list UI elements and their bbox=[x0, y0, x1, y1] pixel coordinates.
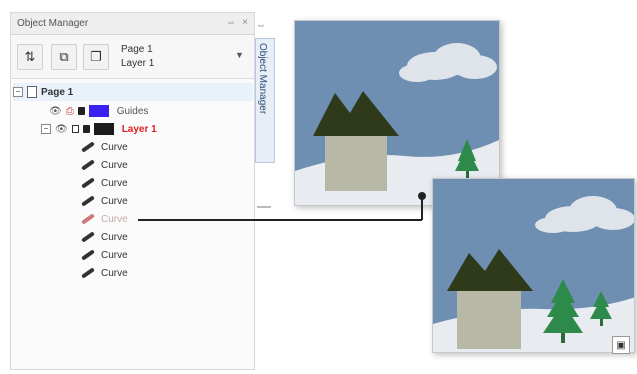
tree-row-page[interactable]: − Page 1 bbox=[13, 83, 253, 101]
curve-label: Curve bbox=[101, 141, 128, 153]
printer-icon[interactable] bbox=[71, 125, 79, 133]
curve-icon bbox=[81, 213, 95, 225]
tab-strip-pin-icon[interactable]: ⇔ bbox=[256, 20, 266, 31]
page-label: Page 1 bbox=[41, 86, 74, 98]
page-layer-selector[interactable]: Page 1 Layer 1 bbox=[121, 43, 154, 71]
tab-strip-divider bbox=[257, 206, 271, 208]
curve-label: Curve bbox=[101, 159, 128, 171]
chevron-down-icon[interactable]: ▼ bbox=[235, 50, 244, 60]
curve-icon bbox=[81, 231, 95, 243]
guides-color-swatch bbox=[88, 105, 109, 117]
pin-icon[interactable]: ⇔ bbox=[226, 17, 236, 28]
collapse-toggle[interactable]: − bbox=[41, 124, 51, 134]
tree-row-curve[interactable]: Curve bbox=[81, 138, 128, 156]
layer-label: Layer 1 bbox=[121, 123, 157, 135]
curve-icon bbox=[81, 177, 95, 189]
tree-row-curve[interactable]: Curve bbox=[81, 156, 128, 174]
curve-icon bbox=[81, 249, 95, 261]
collapse-toggle[interactable]: − bbox=[13, 87, 23, 97]
lock-icon[interactable] bbox=[82, 125, 90, 133]
house bbox=[457, 291, 521, 349]
curve-label: Curve bbox=[101, 213, 128, 225]
house bbox=[325, 133, 387, 191]
callout-dot bbox=[418, 192, 426, 200]
layer-properties-button[interactable]: ⇅ bbox=[17, 44, 43, 70]
docker-title: Object Manager bbox=[17, 18, 89, 29]
tree-row-curve[interactable]: Curve bbox=[81, 228, 128, 246]
tab-object-manager-label: Object Manager bbox=[257, 43, 268, 115]
page-select-label: Page 1 bbox=[121, 44, 153, 55]
eye-icon[interactable]: 👁 bbox=[55, 124, 68, 135]
docker-toolbar: ⇅ ⧉ ❐ Page 1 Layer 1 ▼ bbox=[11, 35, 254, 79]
tree-row-guides[interactable]: 👁 ⎙ Guides bbox=[49, 102, 148, 120]
curve-label: Curve bbox=[101, 267, 128, 279]
tree-row-curve[interactable]: Curve bbox=[81, 246, 128, 264]
layer-select-label: Layer 1 bbox=[121, 58, 155, 69]
guides-label: Guides bbox=[116, 105, 149, 117]
object-manager-docker: Object Manager ⇔ × ⇅ ⧉ ❐ Page 1 Layer 1 … bbox=[10, 12, 255, 370]
curve-label: Curve bbox=[101, 231, 128, 243]
tree-row-layer[interactable]: − 👁 Layer 1 bbox=[41, 120, 157, 138]
merge-button[interactable]: ⧉ bbox=[51, 44, 77, 70]
curve-icon bbox=[81, 267, 95, 279]
docker-title-controls: ⇔ × bbox=[226, 17, 248, 28]
tree-row-curve[interactable]: Curve bbox=[81, 174, 128, 192]
new-layer-icon: ❐ bbox=[90, 49, 102, 64]
close-icon[interactable]: × bbox=[242, 17, 248, 28]
drawing-canvas-after[interactable] bbox=[432, 178, 635, 353]
curve-icon bbox=[81, 195, 95, 207]
layer-color-swatch bbox=[93, 123, 114, 135]
tab-object-manager[interactable]: Object Manager bbox=[255, 38, 275, 163]
eye-icon[interactable]: 👁 bbox=[49, 106, 62, 117]
layer-properties-icon: ⇅ bbox=[24, 49, 36, 64]
tree-row-curve[interactable]: Curve bbox=[81, 264, 128, 282]
tree-row-curve[interactable]: Curve bbox=[81, 192, 128, 210]
docker-title-bar: Object Manager ⇔ × bbox=[11, 13, 254, 35]
curve-label: Curve bbox=[101, 249, 128, 261]
scene-after bbox=[433, 179, 634, 352]
curve-label: Curve bbox=[101, 195, 128, 207]
curve-label: Curve bbox=[101, 177, 128, 189]
new-layer-button[interactable]: ❐ bbox=[83, 44, 109, 70]
printer-disabled-icon[interactable]: ⎙ bbox=[66, 106, 74, 117]
curve-icon bbox=[81, 141, 95, 153]
curve-icon bbox=[81, 159, 95, 171]
page-icon bbox=[27, 86, 37, 98]
lock-icon[interactable] bbox=[77, 107, 85, 115]
merge-icon: ⧉ bbox=[59, 49, 69, 64]
preview-icon[interactable]: ▣ bbox=[612, 336, 630, 354]
tree-row-curve-hidden[interactable]: Curve bbox=[81, 210, 128, 228]
callout-line bbox=[138, 219, 422, 221]
